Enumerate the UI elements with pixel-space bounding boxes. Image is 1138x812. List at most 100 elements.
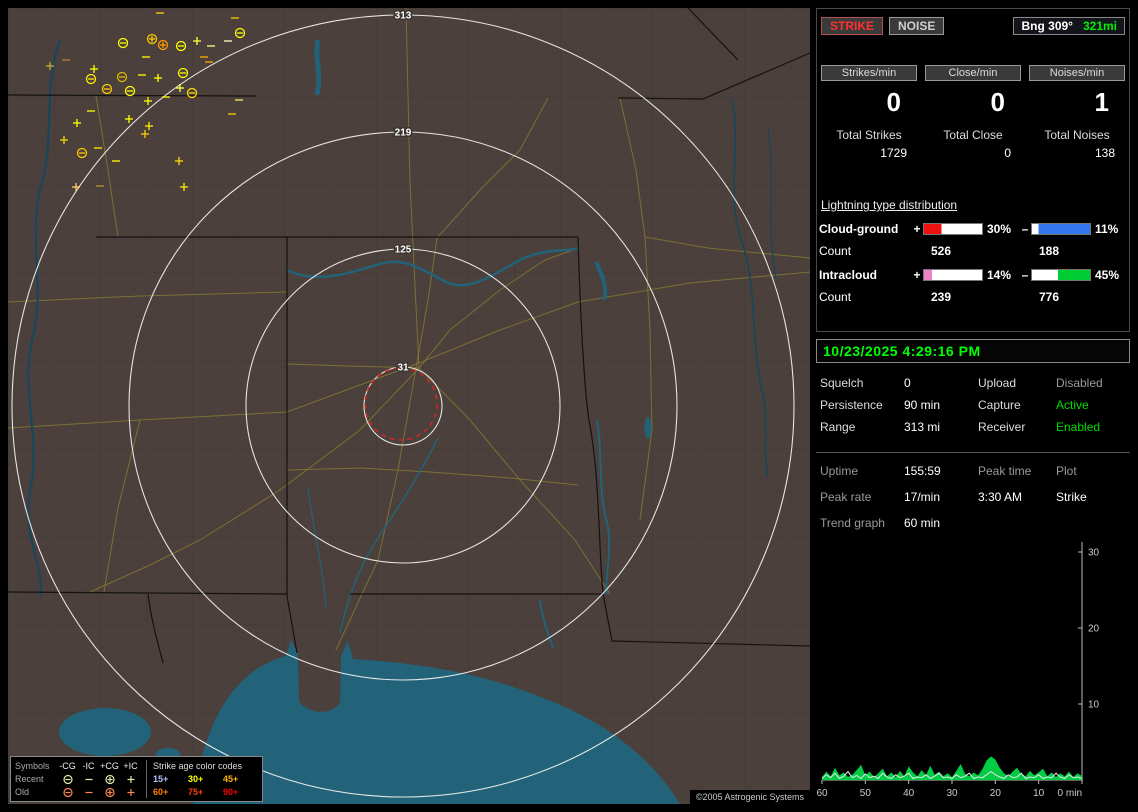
intracloud-positive-pct: 14% bbox=[983, 268, 1019, 282]
trend-y-tick: 10 bbox=[1088, 700, 1100, 711]
legend-recent-label: Recent bbox=[15, 773, 57, 785]
total-close-value: 0 bbox=[925, 146, 1021, 160]
trend-graph-row: Trend graph 60 min bbox=[820, 516, 1126, 530]
total-strikes-label: Total Strikes bbox=[821, 128, 917, 142]
trend-x-tick: 10 bbox=[1033, 788, 1045, 799]
trend-graph: 3020106050403020100 min bbox=[816, 534, 1130, 804]
bearing-readout: Bng 309° 321mi bbox=[1013, 17, 1125, 35]
plus-sign: + bbox=[911, 268, 923, 282]
receiver-status: Enabled bbox=[1056, 420, 1126, 434]
settings-section: Squelch 0 Upload Disabled Persistence 90… bbox=[820, 376, 1126, 434]
rate-counters: Strikes/min 0 Close/min 0 Noises/min 1 bbox=[817, 65, 1129, 118]
old-neg-ic-icon bbox=[82, 787, 96, 798]
old-pos-cg-icon bbox=[103, 787, 117, 798]
copyright-notice: ©2005 Astrogenic Systems bbox=[690, 790, 810, 804]
cloud-ground-positive-pct: 30% bbox=[983, 222, 1019, 236]
uptime-value: 155:59 bbox=[904, 464, 978, 478]
persistence-label: Persistence bbox=[820, 398, 904, 412]
counters-section: STRIKE NOISE Bng 309° 321mi Strikes/min … bbox=[816, 8, 1130, 332]
intracloud-negative-bar bbox=[1031, 269, 1091, 281]
legend-neg-ic-header: -IC bbox=[78, 760, 99, 772]
noise-mode-button[interactable]: NOISE bbox=[889, 17, 944, 35]
range-label: Range bbox=[820, 420, 904, 434]
age-code-60: 60+ bbox=[153, 786, 188, 798]
cloud-ground-positive-bar bbox=[923, 223, 983, 235]
trend-x-tick: 0 min bbox=[1058, 788, 1082, 799]
squelch-label: Squelch bbox=[820, 376, 904, 390]
count-label: Count bbox=[819, 290, 911, 304]
intracloud-label: Intracloud bbox=[819, 268, 911, 282]
peak-time-label: Peak time bbox=[978, 464, 1056, 478]
intracloud-negative-count: 776 bbox=[1031, 290, 1091, 304]
peak-time-value: 3:30 AM bbox=[978, 490, 1056, 504]
statistics-section: Uptime 155:59 Peak time Plot Peak rate 1… bbox=[820, 464, 1126, 504]
legend-age-title: Strike age color codes bbox=[153, 760, 258, 772]
age-code-90: 90+ bbox=[223, 786, 258, 798]
total-noises-label: Total Noises bbox=[1029, 128, 1125, 142]
intracloud-positive-count: 239 bbox=[923, 290, 983, 304]
status-panel: STRIKE NOISE Bng 309° 321mi Strikes/min … bbox=[816, 8, 1130, 804]
total-noises-value: 138 bbox=[1029, 146, 1125, 160]
distribution-title: Lightning type distribution bbox=[821, 198, 1127, 212]
trend-noises-series bbox=[822, 756, 1082, 780]
strikes-per-min-value: 0 bbox=[821, 87, 917, 118]
plus-sign: + bbox=[911, 222, 923, 236]
bearing-distance: 321mi bbox=[1083, 19, 1117, 33]
receiver-label: Receiver bbox=[978, 420, 1056, 434]
plot-label: Plot bbox=[1056, 464, 1126, 478]
range-ring-label: 125 bbox=[395, 245, 412, 256]
totals-row: Total Strikes 1729 Total Close 0 Total N… bbox=[817, 128, 1129, 160]
legend-pos-ic-header: +IC bbox=[120, 760, 141, 772]
age-code-30: 30+ bbox=[188, 773, 223, 785]
legend-old-label: Old bbox=[15, 786, 57, 798]
total-close-label: Total Close bbox=[925, 128, 1021, 142]
age-code-45: 45+ bbox=[223, 773, 258, 785]
persistence-value: 90 min bbox=[904, 398, 978, 412]
close-per-min-button[interactable]: Close/min bbox=[925, 65, 1021, 81]
trend-graph-window: 60 min bbox=[904, 516, 978, 530]
trend-x-tick: 60 bbox=[816, 788, 828, 799]
cloud-ground-label: Cloud-ground bbox=[819, 222, 911, 236]
peak-rate-label: Peak rate bbox=[820, 490, 904, 504]
old-neg-cg-icon bbox=[61, 787, 75, 798]
datetime-display: 10/23/2025 4:29:16 PM bbox=[816, 339, 1130, 363]
recent-pos-cg-icon bbox=[103, 774, 117, 785]
old-pos-ic-icon bbox=[124, 787, 138, 798]
cloud-ground-negative-count: 188 bbox=[1031, 244, 1091, 258]
trend-y-tick: 30 bbox=[1088, 548, 1100, 559]
range-ring-label: 313 bbox=[395, 11, 412, 22]
legend-symbols-label: Symbols bbox=[15, 760, 57, 772]
recent-neg-ic-icon bbox=[82, 774, 96, 785]
total-strikes-value: 1729 bbox=[821, 146, 917, 160]
bearing-label: Bng 309° bbox=[1021, 19, 1072, 33]
age-code-75: 75+ bbox=[188, 786, 223, 798]
capture-label: Capture bbox=[978, 398, 1056, 412]
trend-x-tick: 30 bbox=[946, 788, 958, 799]
range-ring-label: 219 bbox=[395, 128, 412, 139]
legend-pos-cg-header: +CG bbox=[99, 760, 120, 772]
cloud-ground-positive-count: 526 bbox=[923, 244, 983, 258]
map-legend: Symbols -CG -IC +CG +IC Recent Old Strik… bbox=[10, 756, 263, 802]
trend-x-tick: 50 bbox=[860, 788, 872, 799]
lightning-type-distribution: Lightning type distribution Cloud-ground… bbox=[817, 198, 1129, 304]
uptime-label: Uptime bbox=[820, 464, 904, 478]
recent-pos-ic-icon bbox=[124, 774, 138, 785]
recent-neg-cg-icon bbox=[61, 774, 75, 785]
strike-mode-button[interactable]: STRIKE bbox=[821, 17, 883, 35]
squelch-value: 0 bbox=[904, 376, 978, 390]
strikes-per-min-button[interactable]: Strikes/min bbox=[821, 65, 917, 81]
trend-x-tick: 40 bbox=[903, 788, 915, 799]
lightning-map[interactable]: 31 125 219 313 Symbols -CG -IC +CG +IC Rece… bbox=[8, 8, 810, 804]
close-per-min-value: 0 bbox=[925, 87, 1021, 118]
noises-per-min-value: 1 bbox=[1029, 87, 1125, 118]
cloud-ground-negative-pct: 11% bbox=[1091, 222, 1127, 236]
trend-y-tick: 20 bbox=[1088, 624, 1100, 635]
range-ring-label: 31 bbox=[397, 363, 409, 374]
legend-neg-cg-header: -CG bbox=[57, 760, 78, 772]
age-code-15: 15+ bbox=[153, 773, 188, 785]
cloud-ground-negative-bar bbox=[1031, 223, 1091, 235]
minus-sign: – bbox=[1019, 222, 1031, 236]
trend-graph-label: Trend graph bbox=[820, 516, 904, 530]
section-divider bbox=[816, 452, 1130, 453]
noises-per-min-button[interactable]: Noises/min bbox=[1029, 65, 1125, 81]
